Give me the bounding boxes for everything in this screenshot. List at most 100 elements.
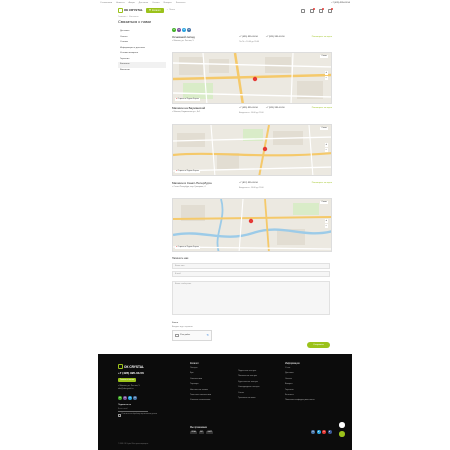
map-type-button[interactable]: Схема	[320, 201, 328, 205]
site-logo[interactable]: ОК CRYSTAL	[118, 8, 143, 13]
open-in-maps-link[interactable]: ● Открыть в Яндекс.Картах	[175, 97, 200, 101]
site-footer: ОК CRYSTAL +7 (495) 995-03-56 Заказать з…	[98, 354, 352, 450]
store-hours: Пн-Пт с 10:00 до 20:00	[239, 41, 259, 43]
submit-button[interactable]: Отправить	[307, 342, 330, 348]
vk-icon[interactable]: ●	[187, 28, 191, 32]
store-phone[interactable]: +7 (812) 995-03-56	[239, 182, 258, 185]
user-icon[interactable]	[301, 8, 305, 13]
open-in-maps-label: Открыть в Яндекс.Картах	[177, 98, 199, 101]
telegram-icon[interactable]: ●	[182, 28, 186, 32]
whatsapp-icon[interactable]: ●	[172, 28, 176, 32]
topbar-link[interactable]: Новости	[116, 2, 124, 5]
store-phones: +7 (812) 995-03-56	[239, 182, 258, 185]
store-hours: Ежедневно с 10:00 до 21:00	[239, 112, 264, 114]
store-hours: Ежедневно с 10:00 до 21:00	[239, 187, 264, 189]
scroll-top-button[interactable]	[339, 422, 345, 428]
payment-methods: VISA MC МИР	[190, 431, 250, 435]
search-field[interactable]: ⌕ Поиск	[167, 9, 175, 12]
footer-social-right: ● ● ● ●	[311, 430, 332, 434]
open-in-maps-link[interactable]: ● Открыть в Яндекс.Картах	[175, 169, 200, 173]
topbar-link[interactable]: Оплата	[152, 2, 160, 5]
footer-link[interactable]: Трековые системы	[238, 397, 278, 402]
email-field[interactable]: E-mail	[172, 271, 330, 277]
chat-button[interactable]	[339, 431, 345, 437]
store-map-link[interactable]: Посмотреть на карте	[312, 107, 332, 110]
store-block: Магазин в Санкт-Петербурге г. Санкт-Пете…	[172, 181, 332, 196]
viber-icon[interactable]: ●	[177, 28, 181, 32]
logo-mark-icon	[118, 364, 123, 369]
viber-icon[interactable]: ●	[123, 395, 127, 400]
footer-col-title: Каталог	[190, 362, 199, 365]
store-phones: +7 (495) 995-03-56 +7 (925) 995-03-56	[239, 36, 285, 39]
vk-icon[interactable]: ●	[311, 430, 315, 434]
mastercard-icon: MC	[198, 431, 205, 435]
captcha-title: Капча	[172, 322, 179, 324]
map-roads	[173, 199, 331, 251]
zoom-in-button[interactable]: +	[324, 70, 328, 75]
store-phones: +7 (495) 995-03-56 +7 (925) 995-03-56	[239, 107, 285, 110]
footer-col-title: Информация	[285, 362, 300, 365]
message-field[interactable]: Ваше сообщение	[172, 281, 330, 315]
page-title: Связаться с нами	[118, 19, 151, 24]
open-in-maps-label: Открыть в Яндекс.Картах	[177, 170, 199, 173]
store-block: Основной склад г. Москва, ул. Лесная, 5 …	[172, 35, 332, 50]
telegram-icon[interactable]: ●	[316, 430, 321, 434]
footer-logo[interactable]: ОК CRYSTAL	[118, 364, 158, 369]
store-map[interactable]: Схема + − ● Открыть в Яндекс.Картах	[172, 124, 332, 176]
name-field[interactable]: Ваше имя	[172, 263, 330, 269]
footer-phone[interactable]: +7 (495) 995-03-56	[118, 371, 158, 376]
captcha-hint: Введите код с картинки	[172, 326, 193, 328]
telegram-icon[interactable]: ●	[128, 395, 132, 400]
topbar-link[interactable]: Доставка	[139, 2, 148, 5]
catalog-button[interactable]: ☰ Каталог	[145, 8, 164, 13]
captcha-checkbox[interactable]	[175, 333, 179, 338]
zoom-out-button[interactable]: −	[324, 223, 328, 228]
sidebar-item-vacancies[interactable]: Вакансии	[118, 68, 166, 74]
consent-label: Я согласен на обработку персональных дан…	[121, 414, 158, 416]
zoom-in-button[interactable]: +	[324, 142, 328, 147]
consent-checkbox[interactable]: Я согласен на обработку персональных дан…	[118, 414, 166, 417]
youtube-icon[interactable]: ●	[322, 430, 326, 434]
zoom-out-button[interactable]: −	[324, 75, 328, 80]
topbar-phone[interactable]: +7 (495) 995-03-56	[331, 2, 350, 5]
menu-icon: ☰	[148, 9, 151, 12]
callback-button[interactable]: Заказать звонок	[118, 377, 137, 382]
topbar-link[interactable]: Контакты	[176, 2, 185, 5]
store-map-link[interactable]: Посмотреть на карте	[312, 182, 332, 185]
sidebar: Доставка Оплата Отзывы Информация о дост…	[118, 29, 166, 73]
store-phone[interactable]: +7 (495) 995-03-56	[239, 36, 258, 39]
zoom-in-button[interactable]: +	[324, 218, 328, 223]
map-roads	[173, 53, 331, 103]
store-phone[interactable]: +7 (925) 995-03-56	[266, 107, 285, 110]
captcha-label: Я не робот	[180, 334, 191, 337]
subscribe-input[interactable]: Ваш e-mail	[118, 408, 148, 413]
open-in-maps-link[interactable]: ● Открыть в Яндекс.Картах	[175, 245, 200, 249]
search-icon: ⌕	[166, 9, 168, 12]
recaptcha-icon: ↻	[206, 332, 209, 337]
search-label: Поиск	[168, 9, 175, 12]
vk-icon[interactable]: ●	[133, 395, 137, 400]
store-map[interactable]: Схема + − ● Открыть в Яндекс.Картах	[172, 198, 332, 252]
footer-email[interactable]: info@okcrystal.ru	[118, 388, 158, 392]
store-block: Магазин на Бауманской г. Москва, Бауманс…	[172, 106, 332, 121]
cart-icon[interactable]: 0	[328, 7, 333, 13]
compare-count: 0	[312, 7, 315, 10]
store-phone[interactable]: +7 (495) 995-03-56	[239, 107, 258, 110]
topbar-link[interactable]: Возврат	[164, 2, 172, 5]
topbar-link[interactable]: О компании	[100, 2, 112, 5]
topbar-link[interactable]: Акции	[129, 2, 135, 5]
store-map-link[interactable]: Посмотреть на карте	[312, 36, 332, 39]
captcha-widget[interactable]: Я не робот ↻	[172, 330, 212, 341]
heart-icon[interactable]: 0	[319, 7, 324, 13]
footer-link[interactable]: Уличные светильники	[190, 399, 230, 404]
store-map[interactable]: Схема + − ● Открыть в Яндекс.Картах	[172, 52, 332, 104]
subscribe-title: Подписаться	[118, 403, 132, 406]
compare-icon[interactable]: 0	[310, 7, 315, 13]
map-type-button[interactable]: Схема	[320, 127, 328, 131]
whatsapp-icon[interactable]: ●	[118, 395, 122, 400]
facebook-icon[interactable]: ●	[327, 430, 332, 434]
zoom-out-button[interactable]: −	[324, 147, 328, 152]
footer-link[interactable]: Политика конфиденциальности	[285, 399, 333, 404]
store-phone[interactable]: +7 (925) 995-03-56	[266, 36, 285, 39]
map-type-button[interactable]: Схема	[320, 55, 328, 59]
